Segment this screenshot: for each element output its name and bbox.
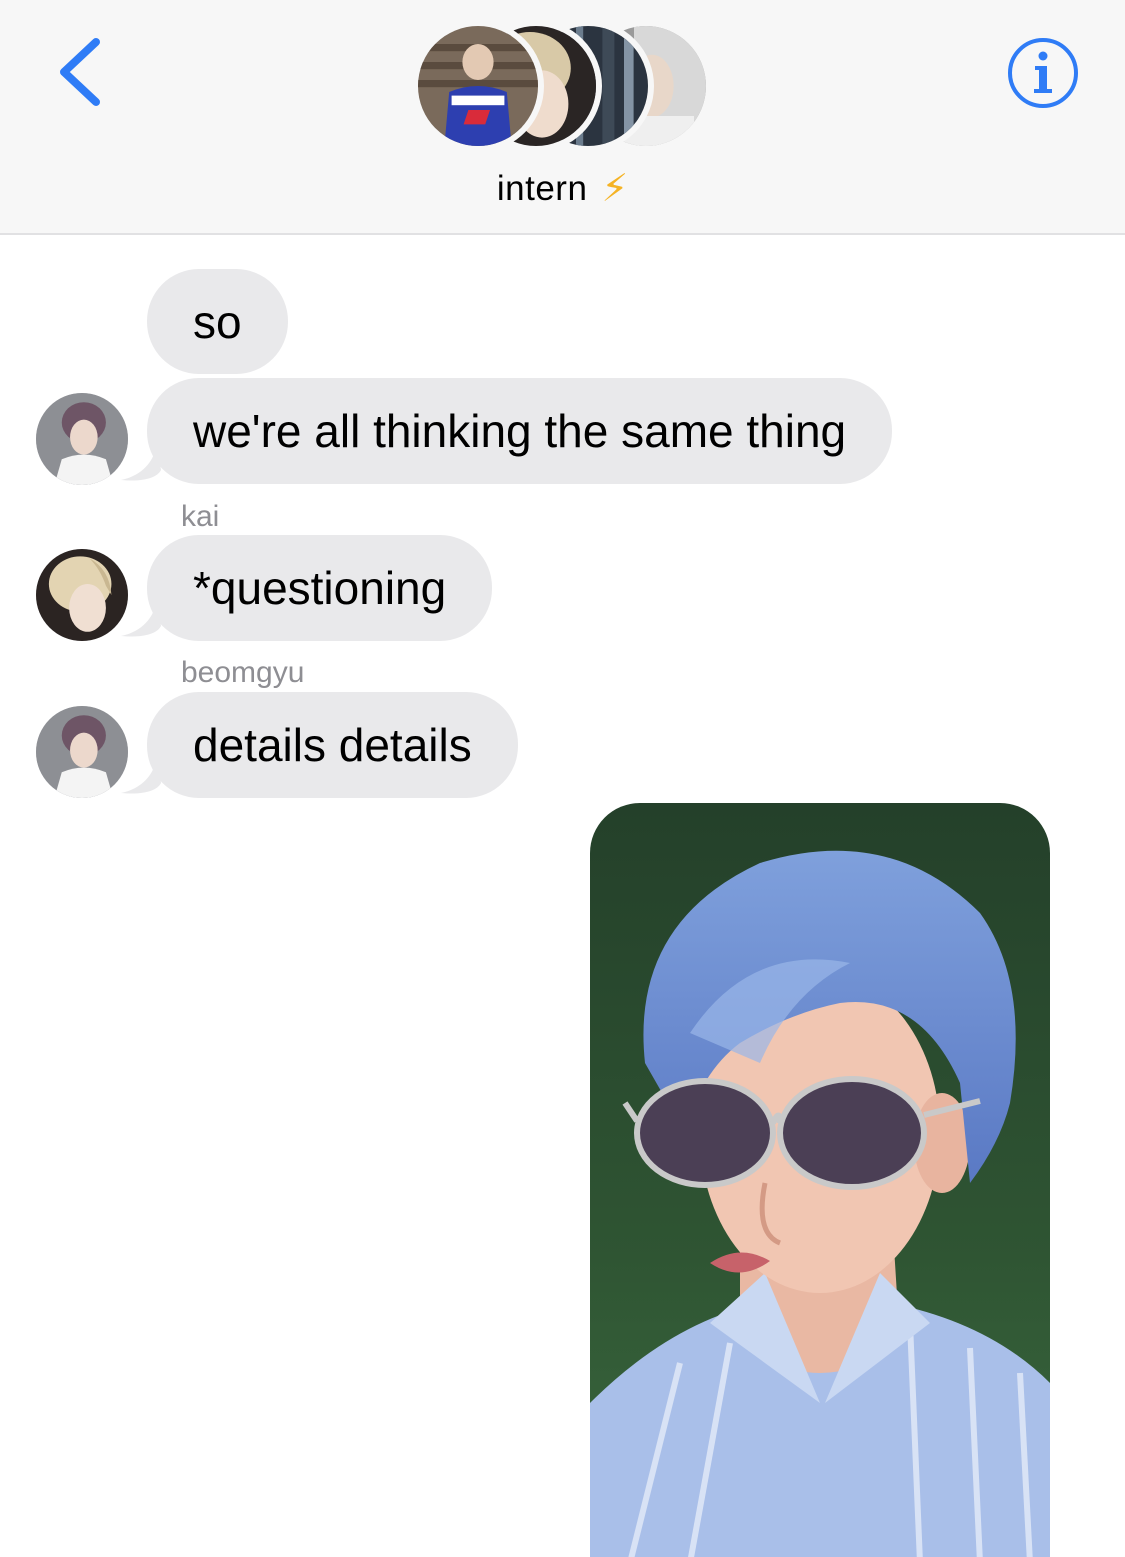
chevron-left-icon: [60, 38, 100, 106]
message-bubble[interactable]: so: [147, 269, 288, 374]
messages-screen: intern ⚡ so we're all thinking the same …: [0, 0, 1125, 1557]
message-bubble[interactable]: we're all thinking the same thing: [147, 378, 893, 484]
sender-avatar[interactable]: [36, 549, 128, 641]
photo-message[interactable]: [590, 803, 1050, 1557]
info-button[interactable]: [1005, 35, 1081, 111]
lightning-emoji: ⚡: [601, 168, 629, 210]
message-text: *questioning: [193, 562, 447, 614]
message-bubble[interactable]: *questioning: [147, 535, 493, 641]
sender-name: kai: [181, 500, 220, 533]
message-text: so: [193, 295, 242, 348]
sender-name: beomgyu: [181, 656, 305, 689]
group-member-avatar: [412, 20, 544, 152]
message-text: details details: [193, 719, 472, 771]
message-text: we're all thinking the same thing: [193, 405, 847, 457]
group-name-row[interactable]: intern ⚡: [0, 164, 1125, 214]
group-avatar-stack[interactable]: [412, 20, 712, 152]
photo-image: [590, 803, 1050, 1557]
conversation-header: intern ⚡: [0, 0, 1125, 235]
sender-avatar[interactable]: [36, 393, 128, 485]
group-name: intern: [496, 169, 588, 208]
back-button[interactable]: [44, 32, 114, 112]
sender-avatar[interactable]: [36, 706, 128, 798]
message-bubble[interactable]: details details: [147, 692, 518, 798]
info-circle-icon: [1008, 38, 1078, 108]
